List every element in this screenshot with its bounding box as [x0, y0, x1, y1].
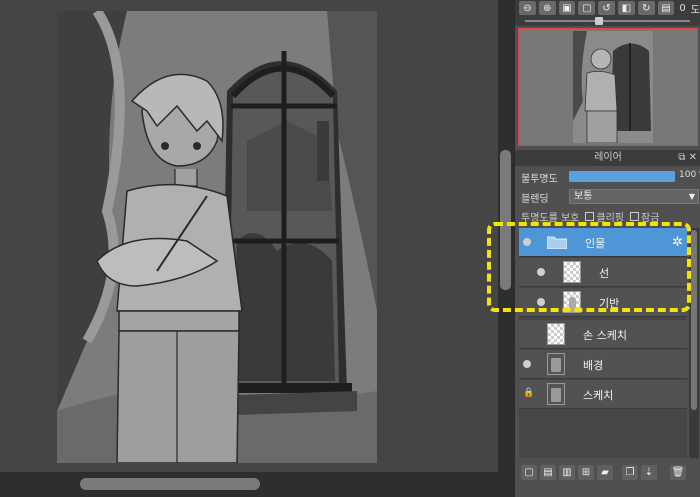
layer-row[interactable]: 배경	[519, 350, 687, 379]
new-layer-icon[interactable]: ▢	[521, 464, 537, 480]
zoom-out-icon[interactable]: ⊖	[519, 1, 536, 15]
artwork-canvas[interactable]	[57, 11, 377, 463]
layer-row[interactable]: 🔒 스케치	[519, 380, 687, 409]
blend-mode-value: 보통	[574, 191, 593, 202]
new-vector-layer-icon[interactable]: ▥	[559, 464, 575, 480]
opacity-slider[interactable]	[569, 171, 675, 182]
rotation-unit: 도	[690, 4, 700, 16]
rotate-left-icon[interactable]: ↺	[598, 1, 615, 15]
duplicate-layer-icon[interactable]: ❐	[622, 464, 638, 480]
delete-layer-icon[interactable]: 🗑	[670, 464, 686, 480]
clipping-checkbox[interactable]	[585, 211, 595, 221]
blend-row: 블렌딩 보통 ▼	[515, 188, 700, 206]
lock-checkbox[interactable]	[630, 211, 639, 221]
visibility-eye-icon[interactable]	[523, 360, 531, 368]
layer-row[interactable]: 손 스케치	[519, 320, 687, 349]
layer-list-scroll-thumb[interactable]	[691, 230, 697, 410]
actual-size-icon[interactable]: ▢	[578, 1, 596, 15]
chevron-down-icon: ▼	[688, 192, 695, 201]
lock-icon[interactable]: 🔒	[523, 388, 534, 398]
blend-label: 블렌딩	[521, 193, 549, 205]
navigator-toolbar: ⊖ ⊕ ▣ ▢ ↺ ◧ ↻ ▤ 0 도	[515, 0, 700, 16]
mirror-icon[interactable]: ▤	[657, 1, 675, 15]
layer-panel-header: 레이어 ⧉ ✕	[515, 150, 700, 166]
navigator-slider-knob[interactable]	[595, 17, 603, 25]
blend-mode-select[interactable]: 보통 ▼	[569, 189, 699, 204]
layer-thumbnail	[547, 383, 565, 405]
flip-icon[interactable]: ◧	[617, 1, 635, 15]
navigator-slider[interactable]	[515, 16, 700, 26]
fit-window-icon[interactable]: ▣	[558, 1, 576, 15]
canvas-area[interactable]	[0, 0, 498, 472]
opacity-row: 불투명도 100 %	[515, 168, 700, 186]
opacity-label: 불투명도	[521, 173, 558, 185]
opacity-value: 100 %	[679, 170, 700, 180]
layer-thumbnail	[547, 353, 565, 375]
artwork-illustration	[57, 11, 377, 463]
new-raster-layer-icon[interactable]: ▤	[540, 464, 556, 480]
layer-thumbnail	[547, 323, 565, 345]
navigator-preview[interactable]	[518, 28, 698, 146]
panel-popout-icon[interactable]: ⧉ ✕	[678, 150, 697, 166]
navigator-thumbnail	[573, 31, 653, 143]
new-folder-icon[interactable]: ▰	[597, 464, 613, 480]
layer-bottom-toolbar: ▢ ▤ ▥ ⊞ ▰ ❐ ⇣ 🗑	[515, 462, 700, 482]
layer-panel-title: 레이어	[594, 152, 622, 163]
layer-name: 배경	[583, 359, 604, 372]
zoom-in-icon[interactable]: ⊕	[538, 1, 556, 15]
layer-name: 손 스케치	[583, 329, 627, 342]
canvas-horizontal-scroll-thumb[interactable]	[80, 478, 260, 490]
merge-down-icon[interactable]: ⇣	[641, 464, 657, 480]
layer-name: 스케치	[583, 389, 614, 402]
rotation-value: 0	[679, 2, 686, 14]
add-layer-menu-icon[interactable]: ⊞	[578, 464, 594, 480]
highlight-annotation	[487, 222, 691, 312]
rotate-right-icon[interactable]: ↻	[637, 1, 655, 15]
